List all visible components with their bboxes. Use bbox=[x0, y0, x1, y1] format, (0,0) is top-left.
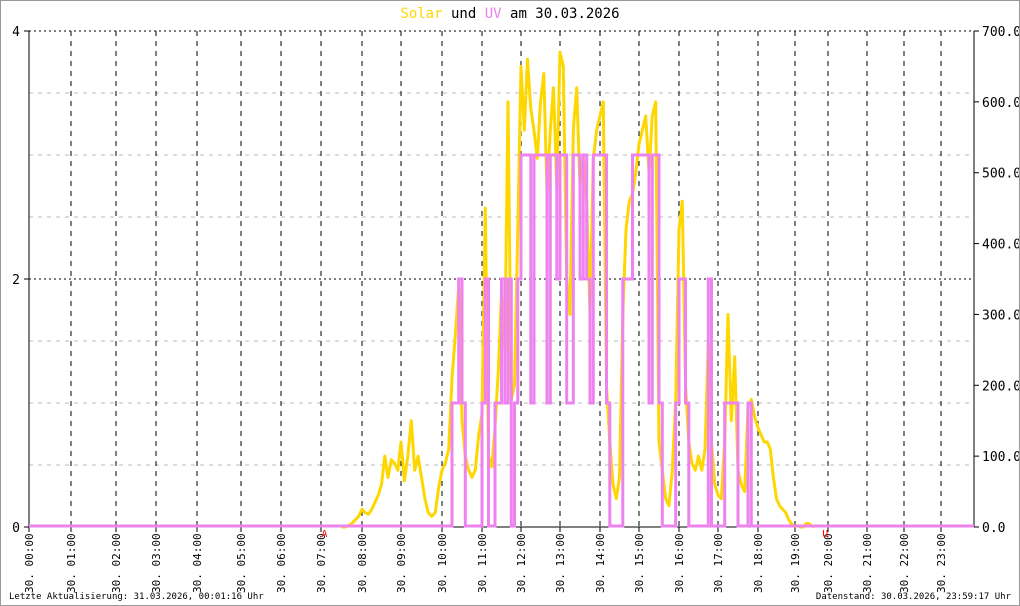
x-tick-label: 30. 18:00 bbox=[752, 533, 765, 593]
x-tick-label: 30. 21:00 bbox=[861, 533, 874, 593]
right-tick-label: 200.0 bbox=[982, 379, 1019, 394]
x-tick-label: 30. 10:00 bbox=[436, 533, 449, 593]
x-tick-label: 30. 11:00 bbox=[476, 533, 489, 593]
left-tick-label: 2 bbox=[12, 273, 20, 288]
right-tick-label: 500.0 bbox=[982, 167, 1019, 182]
left-tick-label: 4 bbox=[12, 25, 20, 40]
x-tick-label: 30. 13:00 bbox=[554, 533, 567, 593]
right-tick-label: 100.0 bbox=[982, 450, 1019, 465]
solar-series-line bbox=[341, 50, 815, 529]
x-tick-label: 30. 01:00 bbox=[65, 533, 78, 593]
x-tick-label: 30. 02:00 bbox=[110, 533, 123, 593]
right-tick-label: 700.0 bbox=[982, 25, 1019, 40]
left-tick-label: 0 bbox=[12, 521, 20, 536]
right-tick-label: 300.0 bbox=[982, 308, 1019, 323]
x-tick-label: 30. 16:00 bbox=[673, 533, 686, 593]
x-tick-label: 30. 12:00 bbox=[515, 533, 528, 593]
x-tick-label: 30. 20:00 bbox=[822, 533, 835, 593]
x-tick-label: 30. 08:00 bbox=[356, 533, 369, 593]
right-tick-label: 0.0 bbox=[982, 521, 1005, 536]
x-tick-label: 30. 19:00 bbox=[789, 533, 802, 593]
x-tick-label: 30. 05:00 bbox=[235, 533, 248, 593]
data-status-text: Datenstand: 30.03.2026, 23:59:17 Uhr bbox=[815, 592, 1011, 602]
x-tick-label: 30. 04:00 bbox=[191, 533, 204, 593]
x-tick-label: 30. 09:00 bbox=[395, 533, 408, 593]
solar-uv-chart: 0 2 4 0.0 100.0 200.0 300.0 400.0 500.0 600.0 700.… bbox=[12, 25, 1019, 593]
x-tick-label: 30. 07:00 bbox=[315, 533, 328, 593]
x-tick-label: 30. 22:00 bbox=[898, 533, 911, 593]
right-tick-label: 600.0 bbox=[982, 96, 1019, 111]
right-tick-label: 400.0 bbox=[982, 238, 1019, 253]
chart-frame: Solar und UV am 30.03.2026 0 2 4 0.0 100.0 20… bbox=[0, 0, 1020, 606]
last-update-text: Letzte Aktualisierung: 31.03.2026, 00:01… bbox=[9, 592, 264, 602]
sun-marker-A: A bbox=[321, 529, 327, 540]
x-tick-label: 30. 23:00 bbox=[935, 533, 948, 593]
x-tick-label: 30. 17:00 bbox=[712, 533, 725, 593]
x-tick-label: 30. 06:00 bbox=[275, 533, 288, 593]
x-tick-label: 30. 03:00 bbox=[150, 533, 163, 593]
x-tick-label: 30. 15:00 bbox=[633, 533, 646, 593]
x-tick-label: 30. 14:00 bbox=[594, 533, 607, 593]
x-tick-label: 30. 00:00 bbox=[23, 533, 36, 593]
sun-marker-U: U bbox=[822, 529, 828, 540]
